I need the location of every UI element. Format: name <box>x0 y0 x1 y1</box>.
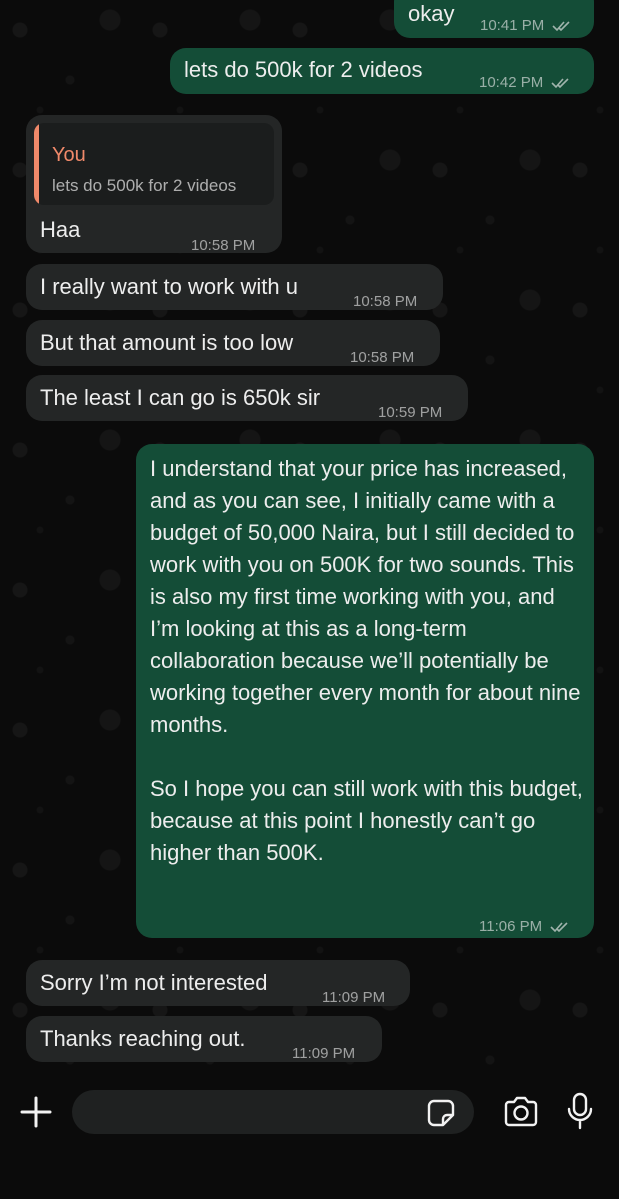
message-bubble-incoming[interactable]: Sorry I’m not interested 11:09 PM <box>26 960 410 1006</box>
quote-author: You <box>52 144 86 166</box>
microphone-icon[interactable] <box>566 1092 594 1130</box>
message-input[interactable] <box>72 1090 474 1134</box>
message-bubble-incoming[interactable]: I really want to work with u 10:58 PM <box>26 264 443 310</box>
message-paragraph: I understand that your price has increas… <box>150 456 581 737</box>
message-text: I understand that your price has increas… <box>150 453 590 869</box>
message-bubble-outgoing[interactable]: I understand that your price has increas… <box>136 444 594 938</box>
message-time: 11:06 PM <box>479 911 570 943</box>
message-time: 10:41 PM <box>480 10 572 42</box>
message-text: Thanks reaching out. <box>40 1026 246 1051</box>
quote-text: lets do 500k for 2 videos <box>52 176 237 195</box>
message-paragraph: So I hope you can still work with this b… <box>150 776 583 865</box>
quote-accent-bar <box>34 123 39 205</box>
message-bubble-outgoing[interactable]: lets do 500k for 2 videos 10:42 PM <box>170 48 594 94</box>
sticker-icon[interactable] <box>426 1098 456 1128</box>
message-bubble-incoming[interactable]: You lets do 500k for 2 videos Haa 10:58 … <box>26 115 282 254</box>
message-text: lets do 500k for 2 videos <box>184 57 423 82</box>
message-text: okay <box>408 1 455 26</box>
message-time: 10:58 PM <box>191 237 256 254</box>
double-check-icon <box>551 78 569 89</box>
message-bubble-incoming[interactable]: The least I can go is 650k sir 10:59 PM <box>26 375 468 421</box>
reply-quote[interactable]: You lets do 500k for 2 videos <box>34 123 274 205</box>
plus-icon[interactable] <box>18 1094 54 1130</box>
message-time: 10:58 PM <box>350 349 415 366</box>
message-time: 10:42 PM <box>479 67 571 99</box>
message-bubble-incoming[interactable]: Thanks reaching out. 11:09 PM <box>26 1016 382 1062</box>
message-time: 11:09 PM <box>292 1045 356 1062</box>
message-bubble-outgoing[interactable]: okay 10:41 PM <box>394 0 594 38</box>
double-check-icon <box>552 21 570 32</box>
message-time: 10:58 PM <box>353 293 418 310</box>
message-text: I really want to work with u <box>40 274 298 299</box>
message-text: But that amount is too low <box>40 330 294 355</box>
message-bubble-incoming[interactable]: But that amount is too low 10:58 PM <box>26 320 440 366</box>
message-time: 10:59 PM <box>378 404 443 421</box>
message-text: Haa <box>40 217 81 242</box>
double-check-icon <box>550 922 568 933</box>
message-text: Sorry I’m not interested <box>40 970 268 995</box>
message-time: 11:09 PM <box>322 989 386 1006</box>
message-text: The least I can go is 650k sir <box>40 385 321 410</box>
camera-icon[interactable] <box>502 1096 540 1128</box>
